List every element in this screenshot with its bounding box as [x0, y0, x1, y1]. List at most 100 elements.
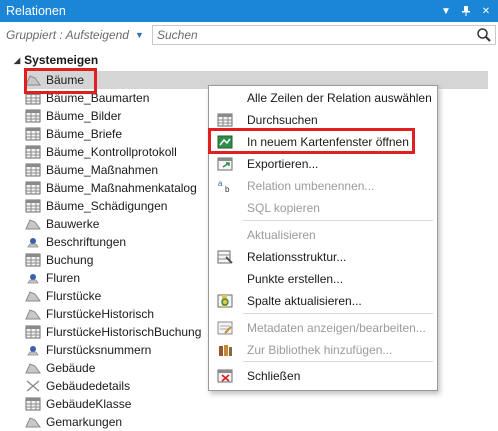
menu-icon-spacer	[213, 199, 237, 217]
tree-item[interactable]: Bäume_Maßnahmenkatalog	[24, 179, 197, 197]
menu-item-label: Punkte erstellen...	[247, 272, 344, 286]
menu-item-label: Exportieren...	[247, 157, 319, 171]
panel-titlebar: Relationen ▼ ✕	[0, 0, 498, 22]
tree-item[interactable]: FlurstückeHistorisch	[24, 305, 154, 323]
tree-item-label: Gebäudedetails	[46, 379, 131, 393]
tree-item[interactable]: Bäume_Schädigungen	[24, 197, 167, 215]
search-icon[interactable]	[476, 27, 492, 46]
tree-item[interactable]: Flurstücksnummern	[24, 341, 151, 359]
update-column-icon	[213, 292, 237, 310]
menu-item-label: Aktualisieren	[247, 228, 316, 242]
table-icon	[24, 144, 42, 160]
menu-item[interactable]: SQL kopieren	[209, 197, 437, 219]
tree-item-label: FlurstückeHistorischBuchung	[46, 325, 202, 339]
table-icon	[24, 252, 42, 268]
close-panel-icon[interactable]: ✕	[478, 3, 494, 19]
tree-item-label: Bäume_Maßnahmen	[46, 163, 159, 177]
dropdown-arrow-icon[interactable]: ▼	[438, 3, 454, 19]
shape-icon	[24, 414, 42, 430]
point-icon	[24, 342, 42, 358]
group-header[interactable]: ◢ Systemeigen	[14, 53, 98, 67]
point-icon	[24, 270, 42, 286]
chevron-down-icon[interactable]: ▼	[135, 30, 144, 40]
table-icon	[24, 324, 42, 340]
table-icon	[24, 108, 42, 124]
menu-item[interactable]: Aktualisieren	[209, 224, 437, 246]
tree-item[interactable]: Bäume_Maßnahmen	[24, 161, 158, 179]
tree-item-label: Fluren	[46, 271, 81, 285]
rename-icon: ab	[213, 177, 237, 195]
svg-text:b: b	[225, 185, 230, 193]
menu-item-label: Metadaten anzeigen/bearbeiten...	[247, 321, 426, 335]
menu-item[interactable]: Punkte erstellen...	[209, 268, 437, 290]
tree-item[interactable]: Gemarkungen	[24, 413, 122, 431]
menu-item[interactable]: Zur Bibliothek hinzufügen...	[209, 339, 437, 361]
tree-item[interactable]: Bäume_Kontrollprotokoll	[24, 143, 177, 161]
tree-item[interactable]: Beschriftungen	[24, 233, 126, 251]
menu-item-label: Relation umbenennen...	[247, 179, 375, 193]
tree-item[interactable]: Fluren	[24, 269, 80, 287]
menu-item[interactable]: a b Relation umbenennen...	[209, 175, 437, 197]
search-box[interactable]	[152, 25, 496, 45]
tree-item-label: Bäume_Bilder	[46, 109, 122, 123]
tree-item-label: Bäume_Briefe	[46, 127, 123, 141]
menu-separator	[243, 313, 433, 314]
tree-item-label: Flurstücksnummern	[46, 343, 152, 357]
panel-toolbar: Gruppiert : Aufsteigend ▼	[0, 24, 498, 46]
table-icon	[24, 126, 42, 142]
library-icon	[213, 341, 237, 359]
svg-text:a: a	[218, 179, 223, 188]
tree-item[interactable]: Buchung	[24, 251, 93, 269]
tree-item[interactable]: Gebäude	[24, 359, 95, 377]
shape-icon	[24, 288, 42, 304]
menu-separator	[243, 361, 433, 362]
tree-item[interactable]: Bäume_Briefe	[24, 125, 122, 143]
menu-icon-spacer	[213, 226, 237, 244]
collapse-triangle-icon[interactable]: ◢	[14, 56, 20, 65]
metadata-icon	[213, 319, 237, 337]
close-icon	[213, 367, 237, 385]
tree-item-label: Bäume_Kontrollprotokoll	[46, 145, 177, 159]
menu-item-label: Schließen	[247, 369, 301, 383]
tree-item-label: Flurstücke	[46, 289, 102, 303]
menu-icon-spacer	[213, 89, 237, 107]
table-icon	[24, 396, 42, 412]
tree-item-label: GebäudeKlasse	[46, 397, 132, 411]
menu-item-label: SQL kopieren	[247, 201, 320, 215]
menu-item-label: Spalte aktualisieren...	[247, 294, 362, 308]
line-icon	[24, 378, 42, 394]
table-icon	[24, 180, 42, 196]
tree-item[interactable]: Bäume_Bilder	[24, 107, 121, 125]
tree-item[interactable]: Flurstücke	[24, 287, 101, 305]
menu-separator	[243, 220, 433, 221]
pin-icon[interactable]	[458, 3, 474, 19]
tree-item[interactable]: Gebäudedetails	[24, 377, 130, 395]
shape-icon	[24, 360, 42, 376]
menu-item-label: Durchsuchen	[247, 113, 318, 127]
panel-title: Relationen	[6, 4, 66, 18]
menu-item-label: Alle Zeilen der Relation auswählen	[247, 91, 432, 105]
tree-item[interactable]: GebäudeKlasse	[24, 395, 131, 413]
shape-icon	[24, 216, 42, 232]
table-icon	[213, 111, 237, 129]
tree-item[interactable]: FlurstückeHistorischBuchung	[24, 323, 201, 341]
tree-item-label: Bäume_Maßnahmenkatalog	[46, 181, 197, 195]
menu-item[interactable]: Exportieren...	[209, 153, 437, 175]
menu-item[interactable]: Schließen	[209, 365, 437, 387]
tree-item[interactable]: Bauwerke	[24, 215, 99, 233]
menu-item-label: Zur Bibliothek hinzufügen...	[247, 343, 393, 357]
menu-item[interactable]: Alle Zeilen der Relation auswählen	[209, 87, 437, 109]
menu-item[interactable]: Metadaten anzeigen/bearbeiten...	[209, 317, 437, 339]
tree-item-label: Buchung	[46, 253, 94, 267]
structure-icon	[213, 248, 237, 266]
menu-item[interactable]: Spalte aktualisieren...	[209, 290, 437, 312]
grouping-dropdown-label[interactable]: Gruppiert : Aufsteigend	[6, 28, 129, 42]
point-icon	[24, 234, 42, 250]
group-header-label: Systemeigen	[24, 53, 99, 67]
shape-icon	[24, 306, 42, 322]
menu-item-label: Relationsstruktur...	[247, 250, 347, 264]
search-input[interactable]	[153, 26, 453, 44]
tree-item-label: Gemarkungen	[46, 415, 123, 429]
table-icon	[24, 162, 42, 178]
menu-item[interactable]: Relationsstruktur...	[209, 246, 437, 268]
